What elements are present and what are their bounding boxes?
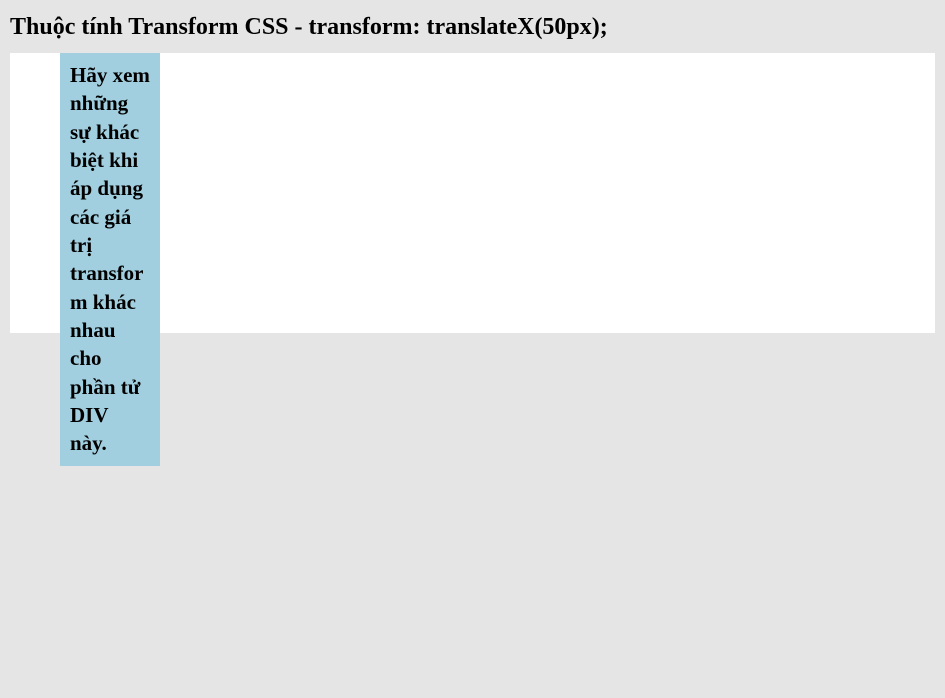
page-heading: Thuộc tính Transform CSS - transform: tr… xyxy=(0,0,945,53)
transform-demo-box: Hãy xem những sự khác biệt khi áp dụng c… xyxy=(60,53,160,466)
demo-container: Hãy xem những sự khác biệt khi áp dụng c… xyxy=(10,53,935,333)
